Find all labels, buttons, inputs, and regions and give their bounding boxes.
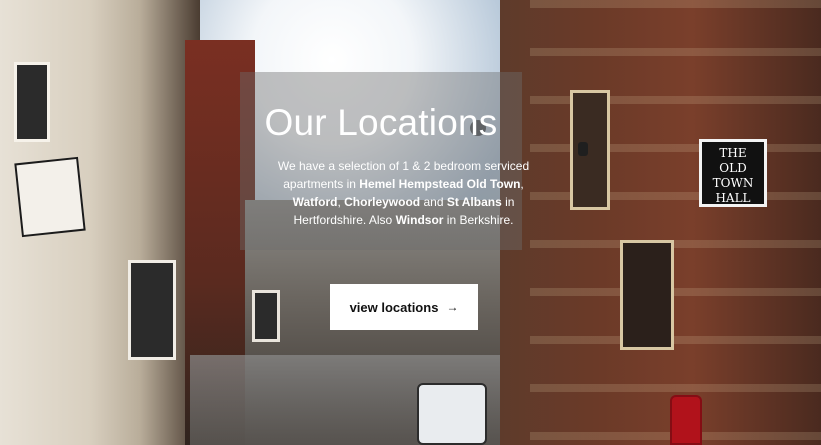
location-name: Windsor	[395, 213, 444, 227]
location-name: Watford	[292, 195, 338, 209]
shop-sign	[14, 156, 86, 238]
location-name: Hemel Hempstead Old Town	[359, 177, 521, 191]
window	[128, 260, 176, 360]
hall-sign-line: TOWN	[712, 176, 754, 190]
view-locations-label: view locations	[349, 299, 439, 315]
postbox	[670, 395, 702, 445]
window	[252, 290, 280, 342]
old-town-hall-sign: THE OLD TOWN HALL	[699, 139, 767, 207]
description-text: in Berkshire.	[443, 213, 514, 227]
hall-sign-line: OLD	[719, 161, 747, 175]
view-locations-button[interactable]: view locations →	[330, 284, 478, 330]
arrow-right-icon: →	[446, 300, 459, 314]
window	[620, 240, 674, 350]
hall-sign-line: THE	[719, 146, 747, 160]
locations-description: We have a selection of 1 & 2 bedroom ser…	[270, 157, 537, 229]
description-text: ,	[520, 177, 524, 191]
van	[417, 383, 487, 445]
street-lamp	[578, 142, 588, 156]
window	[570, 90, 610, 210]
right-building-stone-bands	[530, 0, 821, 445]
page-title: Our Locations	[264, 102, 498, 143]
hall-sign-line: HALL	[715, 191, 751, 205]
location-name: St Albans	[446, 195, 502, 209]
location-name: Chorleywood	[344, 195, 421, 209]
description-text: and	[420, 195, 447, 209]
window	[14, 62, 50, 142]
